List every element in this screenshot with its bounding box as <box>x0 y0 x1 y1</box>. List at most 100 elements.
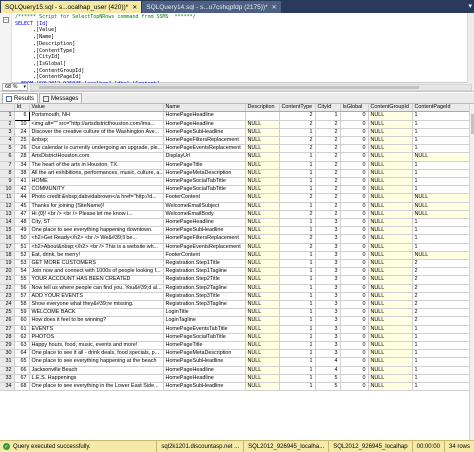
grid-cell[interactable]: 3 <box>315 226 341 236</box>
sql-code[interactable]: /****** Script for SelectTopNRows comman… <box>15 14 196 88</box>
grid-cell[interactable]: 1 <box>412 349 470 359</box>
grid-cell[interactable]: 3 <box>315 275 341 285</box>
grid-cell[interactable]: 1 <box>412 234 470 244</box>
grid-cell[interactable]: Registration.Step3Title <box>163 292 246 301</box>
grid-cell[interactable]: NULL <box>245 316 280 326</box>
row-number[interactable]: 6 <box>0 152 15 162</box>
grid-cell[interactable]: NULL <box>245 284 280 293</box>
grid-cell[interactable]: NULL <box>368 169 413 178</box>
grid-cell[interactable]: NULL <box>245 333 280 342</box>
grid-cell[interactable]: NULL <box>368 210 413 219</box>
grid-cell[interactable]: NULL <box>368 185 413 195</box>
grid-cell[interactable]: YOUR ACCOUNT HAS BEEN CREATED <box>29 275 164 285</box>
grid-cell[interactable]: HomePageEventsReplacement <box>163 144 246 154</box>
grid-cell[interactable]: 0 <box>340 366 369 375</box>
grid-cell[interactable]: 1 <box>279 128 316 137</box>
grid-cell[interactable]: 28 <box>14 152 30 162</box>
grid-cell[interactable]: NULL <box>368 357 413 367</box>
column-header[interactable]: Id <box>14 104 30 113</box>
table-row[interactable]: 23 57 ADD YOUR EVENTS Registration.Step3Tit… <box>0 292 470 301</box>
grid-cell[interactable]: NULL <box>368 226 413 236</box>
grid-cell[interactable]: 2 <box>315 169 341 178</box>
scroll-thumb[interactable] <box>39 85 419 89</box>
grid-cell[interactable]: 1 <box>279 341 316 351</box>
grid-cell[interactable]: 3 <box>315 333 341 342</box>
grid-cell[interactable]: 1 <box>279 267 316 277</box>
table-row[interactable]: 3 24 Discover the creative culture of the … <box>0 128 470 137</box>
grid-cell[interactable] <box>245 111 280 121</box>
row-number[interactable]: 29 <box>0 341 15 351</box>
grid-cell[interactable]: NULL <box>245 349 280 359</box>
table-row[interactable]: 31 65 One place to see everything happenin… <box>0 357 470 367</box>
grid-cell[interactable]: 41 <box>14 177 30 187</box>
grid-cell[interactable]: 61 <box>14 325 30 334</box>
grid-cell[interactable]: 1 <box>412 325 470 334</box>
grid-cell[interactable]: 1 <box>279 325 316 334</box>
grid-cell[interactable]: 1 <box>279 161 316 170</box>
grid-cell[interactable]: 3 <box>315 284 341 293</box>
grid-cell[interactable]: 0 <box>340 120 369 129</box>
grid-cell[interactable]: NULL <box>245 275 280 285</box>
grid-cell[interactable]: 2 <box>315 152 341 162</box>
grid-cell[interactable]: 0 <box>340 202 369 211</box>
column-header[interactable]: Value <box>29 104 164 113</box>
grid-cell[interactable]: NULL <box>368 120 413 129</box>
table-row[interactable]: 5 26 Our calendar is currently undergoing … <box>0 144 470 154</box>
grid-cell[interactable]: 1 <box>412 218 470 228</box>
grid-cell[interactable]: 1 <box>279 333 316 342</box>
grid-cell[interactable]: 0 <box>340 136 369 146</box>
table-row[interactable]: 25 59 WELCOME BACK LoginTitle NULL 1 3 0 NULL 2 <box>0 308 470 318</box>
grid-cell[interactable]: Registration.Step1Title <box>163 259 246 269</box>
table-row[interactable]: 29 63 Happy hours, food, music, events and… <box>0 341 470 351</box>
row-number[interactable]: 11 <box>0 193 15 203</box>
table-row[interactable]: 15 49 One place to see everything happenin… <box>0 226 470 236</box>
grid-cell[interactable]: NULL <box>245 259 280 269</box>
row-number[interactable]: 26 <box>0 316 15 326</box>
grid-cell[interactable]: 1 <box>412 161 470 170</box>
table-row[interactable]: 13 47 Hi {0}! <br /> <br /> Please let me … <box>0 210 470 219</box>
grid-cell[interactable]: 0 <box>340 234 369 244</box>
row-number[interactable]: 5 <box>0 144 15 154</box>
grid-cell[interactable]: 1 <box>279 300 316 310</box>
grid-cell[interactable]: The heart of the arts in Houston, TX. <box>29 161 164 170</box>
grid-cell[interactable]: 0 <box>340 292 369 301</box>
table-row[interactable]: 19 53 GET MORE CUSTOMERS Registration.Step1… <box>0 259 470 269</box>
grid-cell[interactable]: 0 <box>340 333 369 342</box>
grid-cell[interactable]: <img alt="" src="http://artsdistricthous… <box>29 120 164 129</box>
grid-cell[interactable]: HOME <box>29 177 164 187</box>
grid-cell[interactable]: HomePageEventsTabTitle <box>163 325 246 334</box>
grid-cell[interactable]: NULL <box>245 193 280 203</box>
row-number[interactable]: 4 <box>0 136 15 146</box>
grid-cell[interactable]: NULL <box>368 111 413 121</box>
grid-cell[interactable]: 1 <box>412 226 470 236</box>
grid-cell[interactable]: 1 <box>279 275 316 285</box>
row-number[interactable]: 12 <box>0 202 15 211</box>
grid-cell[interactable]: 10 <box>14 120 30 129</box>
grid-cell[interactable]: 3 <box>315 308 341 318</box>
grid-cell[interactable]: L.E.S. Happenings <box>29 374 164 384</box>
column-header[interactable]: Description <box>245 104 280 113</box>
row-number[interactable]: 13 <box>0 210 15 219</box>
grid-cell[interactable]: NULL <box>368 325 413 334</box>
grid-cell[interactable]: NULL <box>245 136 280 146</box>
grid-cell[interactable]: 1 <box>412 136 470 146</box>
grid-cell[interactable]: 1 <box>279 308 316 318</box>
grid-cell[interactable]: Eat, drink, be merry! <box>29 251 164 260</box>
table-row[interactable]: 2 10 <img alt="" src="http://artsdistricth… <box>0 120 470 129</box>
grid-cell[interactable]: 1 <box>412 341 470 351</box>
grid-cell[interactable]: 1 <box>279 357 316 367</box>
grid-cell[interactable]: 2 <box>315 128 341 137</box>
grid-cell[interactable]: 1 <box>279 292 316 301</box>
table-row[interactable]: 1 6 Portsmouth, NH HomePageHeadline 2 1 0 NULL 1 <box>0 111 470 121</box>
row-number[interactable]: 27 <box>0 325 15 334</box>
grid-cell[interactable]: 2 <box>412 308 470 318</box>
grid-cell[interactable]: COMMUNITY <box>29 185 164 195</box>
column-header[interactable]: IsGlobal <box>340 104 369 113</box>
grid-cell[interactable]: 0 <box>340 226 369 236</box>
grid-cell[interactable]: 6 <box>13 111 30 121</box>
row-number[interactable]: 18 <box>0 251 15 260</box>
grid-cell[interactable]: Join now and connect with 1000s of peopl… <box>29 267 164 277</box>
grid-cell[interactable]: NULL <box>368 300 413 310</box>
grid-cell[interactable]: NULL <box>245 243 280 252</box>
column-header[interactable]: ContentType <box>279 104 316 113</box>
